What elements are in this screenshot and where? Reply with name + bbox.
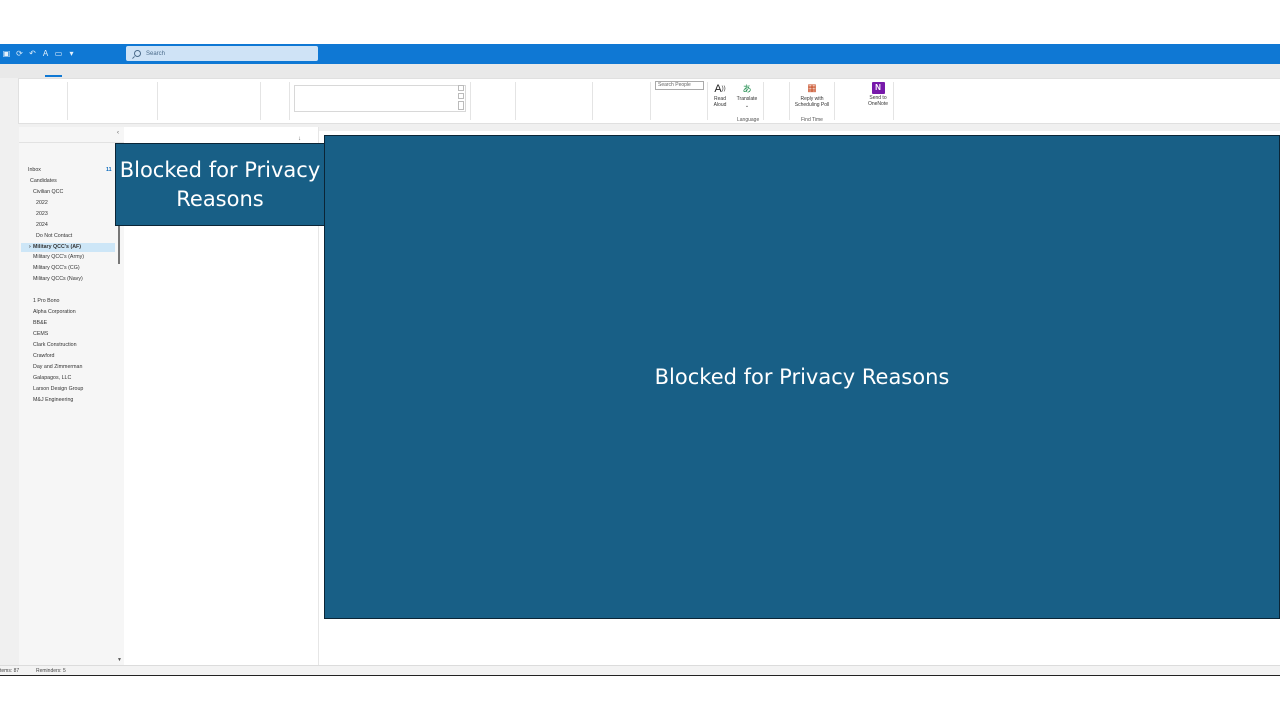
chevron-right-icon: › [29, 244, 31, 250]
folder-item[interactable]: Clark Construction [33, 342, 77, 349]
folder-item[interactable]: 2022 [36, 200, 48, 207]
ribbon-divider [834, 82, 835, 120]
ribbon: Search People A)) Read Aloud あ Translate… [18, 78, 1280, 124]
folder-item[interactable]: Do Not Contact [36, 233, 72, 240]
folder-item[interactable]: Civilian QCC [33, 189, 63, 196]
folder-item[interactable]: 2023 [36, 211, 48, 218]
ribbon-divider [592, 82, 593, 120]
ribbon-tabs [0, 64, 1280, 78]
ribbon-divider [789, 82, 790, 120]
scroll-down-icon[interactable]: ▼ [117, 657, 122, 663]
undo-icon[interactable]: ↶ [28, 49, 37, 58]
sort-arrow-icon[interactable]: ↓ [298, 136, 301, 142]
folder-item[interactable]: Galapagos, LLC [33, 375, 71, 382]
ribbon-divider [470, 82, 471, 120]
ribbon-divider [707, 82, 708, 120]
search-placeholder: Search [146, 50, 166, 57]
folder-item[interactable]: Day and Zimmerman [33, 364, 82, 371]
folder-item[interactable]: Candidates [30, 178, 57, 185]
quick-steps-gallery[interactable] [294, 85, 466, 112]
read-aloud-label: Read Aloud [713, 96, 727, 108]
translate-button[interactable]: あ Translate ⌄ [734, 82, 760, 109]
send-to-onenote-button[interactable]: N Send to OneNote [863, 82, 893, 107]
find-time-group-label: Find Time [801, 117, 823, 123]
read-aloud-button[interactable]: A)) Read Aloud [710, 82, 730, 109]
folder-pane-scrollbar[interactable] [118, 226, 120, 264]
folder-item[interactable]: 1 Pro Bono [33, 298, 60, 305]
send-onenote-label: Send to OneNote [867, 95, 888, 107]
folder-item[interactable]: M&J Engineering [33, 397, 73, 404]
reply-scheduling-label: Reply with Scheduling Poll [794, 96, 830, 108]
folder-pane-header [19, 127, 124, 143]
slide-border [0, 675, 1280, 676]
folder-item[interactable]: Crawford [33, 353, 55, 360]
ribbon-divider [157, 82, 158, 120]
folder-item[interactable]: Military QCC's (CG) [33, 265, 80, 272]
collapse-pane-icon[interactable]: ‹ [117, 130, 119, 136]
folder-item[interactable]: BB&E [33, 320, 47, 327]
folder-selected-label: Military QCC's (AF) [33, 244, 82, 250]
ribbon-divider [289, 82, 290, 120]
ribbon-divider [260, 82, 261, 120]
folder-item[interactable]: Alpha Corporation [33, 309, 76, 316]
folder-item[interactable]: Military QCC's (Army) [33, 254, 84, 261]
ribbon-divider [893, 82, 894, 120]
calendar-poll-icon: ▦ [807, 83, 817, 94]
folder-item-selected[interactable]: › Military QCC's (AF) [21, 243, 115, 252]
privacy-redaction-large: Blocked for Privacy Reasons [324, 135, 1280, 619]
translate-label: Translate [736, 96, 758, 102]
reply-scheduling-poll-button[interactable]: ▦ Reply with Scheduling Poll [791, 82, 833, 108]
read-aloud-icon: A)) [714, 82, 726, 95]
customize-icon[interactable]: ▾ [67, 49, 76, 58]
search-icon [134, 50, 141, 57]
folder-item[interactable]: 2024 [36, 222, 48, 229]
touch-mode-icon[interactable]: ▭ [54, 49, 63, 58]
ribbon-divider [763, 82, 764, 120]
status-items-count: tems: 87 [0, 668, 20, 674]
inbox-unread-count: 11 [106, 167, 112, 173]
ribbon-divider [515, 82, 516, 120]
folder-inbox[interactable]: Inbox [28, 167, 41, 174]
language-group-label: Language [737, 117, 760, 123]
read-aloud-icon[interactable]: A [41, 49, 50, 58]
status-reminders[interactable]: Reminders: 5 [36, 668, 66, 674]
privacy-redaction-small: Blocked for Privacy Reasons [115, 143, 325, 226]
search-input[interactable]: Search [126, 46, 318, 61]
search-people-input[interactable]: Search People [655, 81, 704, 90]
ribbon-divider [67, 82, 68, 120]
quick-access-toolbar: ▣ ⟳ ↶ A ▭ ▾ [2, 49, 76, 58]
folder-item[interactable]: CEMS [33, 331, 48, 338]
folder-item[interactable]: Military QCCs (Navy) [33, 276, 83, 283]
sync-icon[interactable]: ⟳ [15, 49, 24, 58]
folder-item[interactable]: Larson Design Group [33, 386, 83, 393]
title-bar: ▣ ⟳ ↶ A ▭ ▾ Search [0, 44, 1280, 64]
folder-pane: ‹ Inbox 11 Candidates Civilian QCC 2022 … [19, 127, 124, 665]
ribbon-divider [650, 82, 651, 120]
outlook-icon[interactable]: ▣ [2, 49, 11, 58]
quick-steps-scroll[interactable] [458, 85, 465, 112]
translate-icon: あ [742, 84, 752, 94]
tab-home[interactable] [45, 75, 62, 77]
chevron-down-icon: ⌄ [744, 103, 750, 109]
onenote-icon: N [871, 82, 885, 94]
